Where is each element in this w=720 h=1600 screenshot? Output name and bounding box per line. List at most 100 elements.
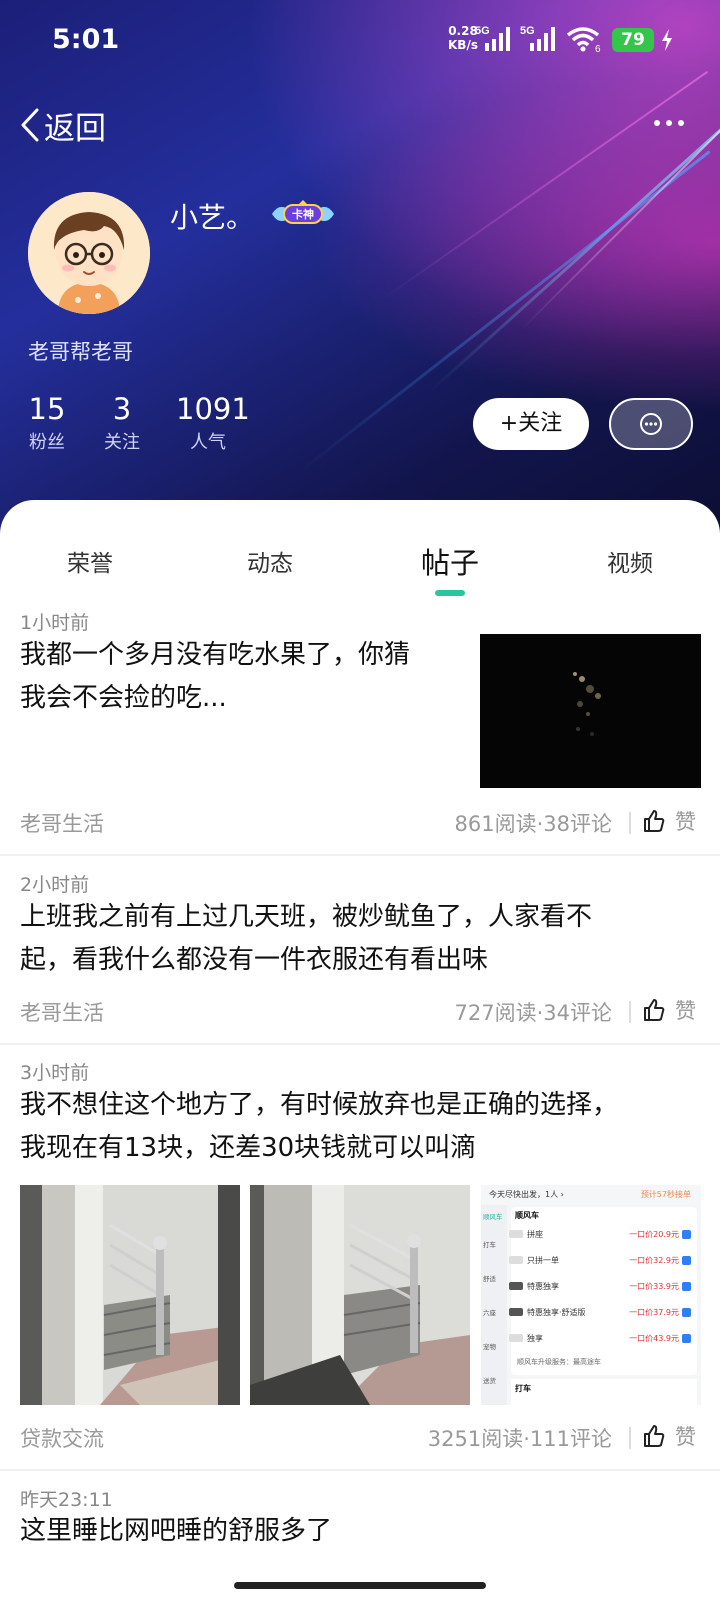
- tab-bar: 荣誉 动态 帖子 视频: [0, 530, 720, 600]
- car-icon: [509, 1282, 523, 1290]
- stairwell-photo: [20, 1185, 240, 1405]
- decor-streak: [428, 109, 720, 393]
- chat-bubble-icon: [640, 413, 662, 435]
- post-category[interactable]: 老哥生活: [20, 997, 104, 1027]
- app-option-name: 特惠独享: [527, 1281, 559, 1291]
- back-button[interactable]: 返回: [20, 105, 106, 147]
- stat-label: 粉丝: [29, 432, 65, 453]
- tab-posts[interactable]: 帖子: [421, 540, 479, 582]
- like-label: 赞: [675, 1425, 696, 1449]
- rank-badge-icon: 卡神: [272, 200, 334, 224]
- wifi-sub-label: 6: [595, 44, 601, 53]
- like-button[interactable]: 赞: [643, 1421, 696, 1451]
- sim1-label: 5G: [475, 25, 490, 37]
- post-title: 这里睡比网吧睡的舒服多了: [20, 1510, 710, 1553]
- battery-icon: 79: [612, 28, 654, 52]
- post-category[interactable]: 老哥生活: [20, 808, 104, 838]
- wifi-icon: 6: [566, 27, 601, 53]
- like-button[interactable]: 赞: [643, 995, 696, 1025]
- post-time: 1小时前: [20, 612, 90, 634]
- post-title: 我不想住这个地方了，有时候放弃也是正确的选择， 我现在有13块，还差30块钱就可…: [20, 1084, 710, 1170]
- post-stats: 861阅读·38评论: [454, 812, 612, 836]
- more-dot: [678, 120, 684, 126]
- app-option-row: 特惠独享·舒适版 一口价37.9元: [509, 1301, 691, 1323]
- stat-value: 1091: [176, 392, 250, 426]
- signal-icon: 5G: [475, 25, 510, 51]
- tab-videos[interactable]: 视频: [607, 544, 653, 578]
- app-footer: 打车: [511, 1379, 697, 1405]
- app-option-name: 只拼一单: [527, 1255, 559, 1265]
- post-title-line: 这里睡比网吧睡的舒服多了: [20, 1516, 333, 1546]
- post-stats: 3251阅读·111评论: [427, 1427, 612, 1451]
- post-divider: [0, 1469, 720, 1471]
- more-options-button[interactable]: [654, 120, 684, 126]
- badge-text: 卡神: [292, 207, 314, 221]
- app-sidebar: 顺风车 打车 舒适 六座 宠物 送货: [481, 1205, 507, 1405]
- like-button[interactable]: 赞: [643, 806, 696, 836]
- app-side-item: 送货: [483, 1377, 496, 1385]
- thumbs-up-icon: [644, 999, 665, 1021]
- post-stats: 727阅读·34评论: [454, 1001, 612, 1025]
- post-title-line: 我都一个多月没有吃水果了，你猜: [20, 640, 411, 670]
- chevron-left-icon: [21, 108, 39, 142]
- sim2-label: 5G: [520, 25, 535, 37]
- stat-label: 关注: [104, 432, 140, 453]
- back-label: 返回: [44, 110, 106, 147]
- signal-icon: 5G: [520, 25, 555, 51]
- post-title-line: 起，看我什么都没有一件衣服还有看出味: [20, 945, 489, 975]
- post-image[interactable]: 今天尽快出发，1人 › 预计57秒接单 顺风车 打车 舒适 六座 宠物 送货 顺…: [481, 1185, 701, 1405]
- car-icon: [509, 1308, 523, 1316]
- app-header: 今天尽快出发，1人 ›: [489, 1190, 564, 1199]
- app-option-price: 一口价32.9元: [629, 1255, 679, 1265]
- status-bar: 5:01 0.28 KB/s 5G 5G 6 79: [0, 0, 720, 80]
- tab-honor[interactable]: 荣誉: [67, 544, 113, 578]
- checkbox-icon: [682, 1307, 691, 1317]
- home-indicator[interactable]: [234, 1582, 486, 1589]
- post-title: 我都一个多月没有吃水果了，你猜 我会不会捡的吃...: [20, 634, 470, 720]
- like-label: 赞: [675, 999, 696, 1023]
- avatar-illustration: [28, 192, 150, 314]
- username: 小艺。: [170, 201, 255, 234]
- app-option-name: 特惠独享·舒适版: [527, 1307, 586, 1317]
- app-option-name: 拼座: [527, 1229, 543, 1239]
- post-time: 3小时前: [20, 1062, 90, 1084]
- post-image[interactable]: [20, 1185, 240, 1405]
- stat-value: 3: [112, 392, 132, 426]
- app-option-name: 独享: [527, 1333, 543, 1343]
- stat-label: 人气: [190, 432, 226, 453]
- post-image[interactable]: [250, 1185, 470, 1405]
- stairwell-photo: [250, 1185, 470, 1405]
- message-button[interactable]: [609, 398, 693, 450]
- net-speed: 0.28 KB/s: [448, 24, 478, 52]
- profile-header: 5:01 0.28 KB/s 5G 5G 6 79 返回 小艺。 卡神 老哥帮老…: [0, 0, 720, 540]
- car-icon: [509, 1334, 523, 1342]
- divider-line: [629, 1001, 631, 1023]
- app-estimate: 预计57秒接单: [640, 1190, 691, 1199]
- app-option-price: 一口价20.9元: [629, 1229, 679, 1239]
- post-category[interactable]: 贷款交流: [20, 1423, 104, 1453]
- app-option-row: 只拼一单 一口价32.9元: [509, 1249, 691, 1271]
- post-thumbnail[interactable]: [480, 634, 701, 788]
- stat-following[interactable]: 3 关注: [103, 392, 141, 454]
- app-side-item: 宠物: [483, 1343, 496, 1351]
- stat-fans[interactable]: 15 粉丝: [28, 392, 66, 454]
- avatar[interactable]: [28, 192, 150, 314]
- tab-activity[interactable]: 动态: [247, 544, 293, 578]
- stat-popularity: 1091 人气: [176, 392, 250, 454]
- like-label: 赞: [675, 810, 696, 834]
- divider-line: [629, 1427, 631, 1449]
- app-option-price: 一口价33.9元: [629, 1281, 679, 1291]
- more-dot: [666, 120, 672, 126]
- active-tab-indicator: [435, 590, 465, 596]
- divider-line: [629, 812, 631, 834]
- app-option-price: 一口价37.9元: [629, 1307, 679, 1317]
- dark-photo: [573, 672, 601, 736]
- app-side-item: 顺风车: [483, 1213, 503, 1221]
- thumbs-up-icon: [644, 1425, 665, 1447]
- stat-value: 15: [28, 392, 66, 426]
- post-title-line: 我不想住这个地方了，有时候放弃也是正确的选择，: [20, 1090, 619, 1120]
- decor-streak: [519, 118, 720, 332]
- app-upgrade-note: 顺风车升级服务：最高途车: [517, 1358, 601, 1366]
- follow-button[interactable]: +关注: [473, 398, 589, 450]
- car-icon: [509, 1230, 523, 1238]
